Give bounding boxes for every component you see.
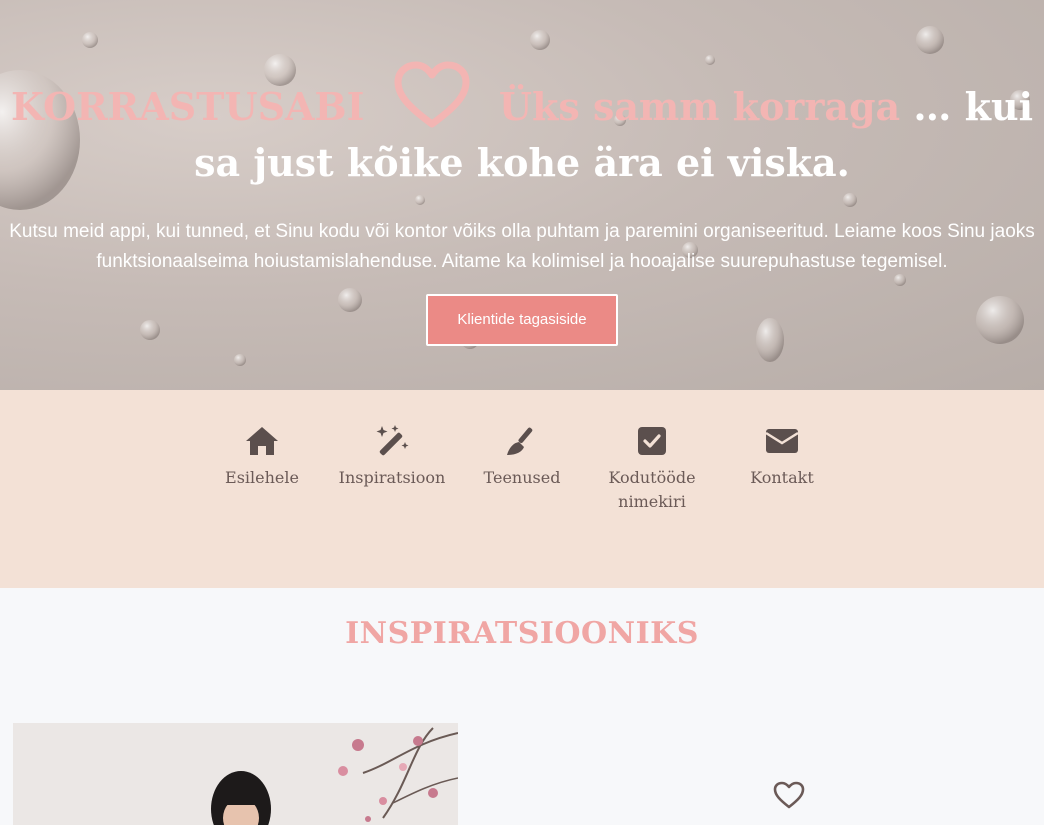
inspiration-section: INSPIRATSIOONIKS: [0, 588, 1044, 825]
nav-item-chores-list[interactable]: Kodutööde nimekiri: [587, 390, 717, 588]
heart-outline-icon[interactable]: [772, 780, 806, 810]
hero-section: KORRASTUSABI Üks samm korraga … kui sa j…: [0, 0, 1044, 390]
icon-navigation: Esilehele Inspiratsioon Teenused Kodutöö…: [0, 390, 1044, 588]
nav-label-contact: Kontakt: [750, 468, 814, 487]
hero-headline: KORRASTUSABI Üks samm korraga … kui sa j…: [0, 0, 1044, 191]
nav-label-chores-list: Kodutööde nimekiri: [608, 468, 696, 511]
broom-icon: [507, 427, 533, 455]
nav-label-services: Teenused: [483, 468, 561, 487]
nav-item-services[interactable]: Teenused: [457, 390, 587, 588]
testimonials-button[interactable]: Klientide tagasiside: [426, 294, 618, 346]
nav-item-contact[interactable]: Kontakt: [717, 390, 847, 588]
nav-item-home[interactable]: Esilehele: [197, 390, 327, 588]
brand-name: KORRASTUSABI: [10, 84, 365, 129]
heart-outline-icon: [394, 61, 470, 128]
checkbox-icon: [638, 427, 666, 455]
nav-label-home: Esilehele: [225, 468, 299, 487]
section-title: INSPIRATSIOONIKS: [345, 616, 699, 651]
home-icon: [246, 427, 278, 455]
woman-with-blossoms-image: [13, 723, 458, 825]
tagline-highlight: Üks samm korraga: [498, 84, 901, 129]
nav-label-inspiration: Inspiratsioon: [338, 468, 446, 487]
inspiration-photo: [13, 723, 458, 825]
envelope-icon: [765, 429, 799, 453]
magic-wand-icon: [376, 425, 409, 456]
nav-item-inspiration[interactable]: Inspiratsioon: [327, 390, 457, 588]
hero-description: Kutsu meid appi, kui tunned, et Sinu kod…: [9, 221, 1035, 272]
